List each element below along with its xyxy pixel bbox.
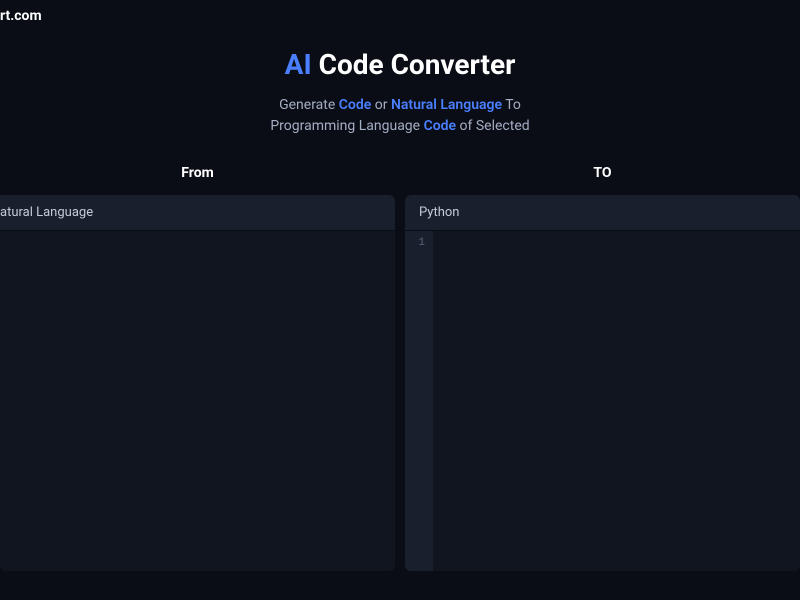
title-text: Code Converter — [319, 48, 516, 81]
from-panel: From atural Language — [0, 165, 395, 571]
to-editor[interactable]: 1 — [405, 231, 800, 571]
code-area[interactable] — [433, 231, 800, 571]
page-title: AI Code Converter — [0, 48, 800, 81]
line-number-gutter: 1 — [405, 231, 433, 571]
converter-panels: From atural Language TO Python 1 — [0, 165, 800, 571]
title-accent: AI — [285, 48, 312, 81]
site-logo: rt.com — [0, 8, 42, 24]
header: AI Code Converter Generate Code or Natur… — [0, 0, 800, 137]
from-editor[interactable] — [0, 231, 395, 571]
from-label: From — [0, 165, 395, 181]
to-panel: TO Python 1 — [405, 165, 800, 571]
subtitle: Generate Code or Natural Language To Pro… — [0, 95, 800, 137]
to-label: TO — [405, 165, 800, 181]
to-language-selector[interactable]: Python — [405, 195, 800, 231]
from-language-selector[interactable]: atural Language — [0, 195, 395, 231]
